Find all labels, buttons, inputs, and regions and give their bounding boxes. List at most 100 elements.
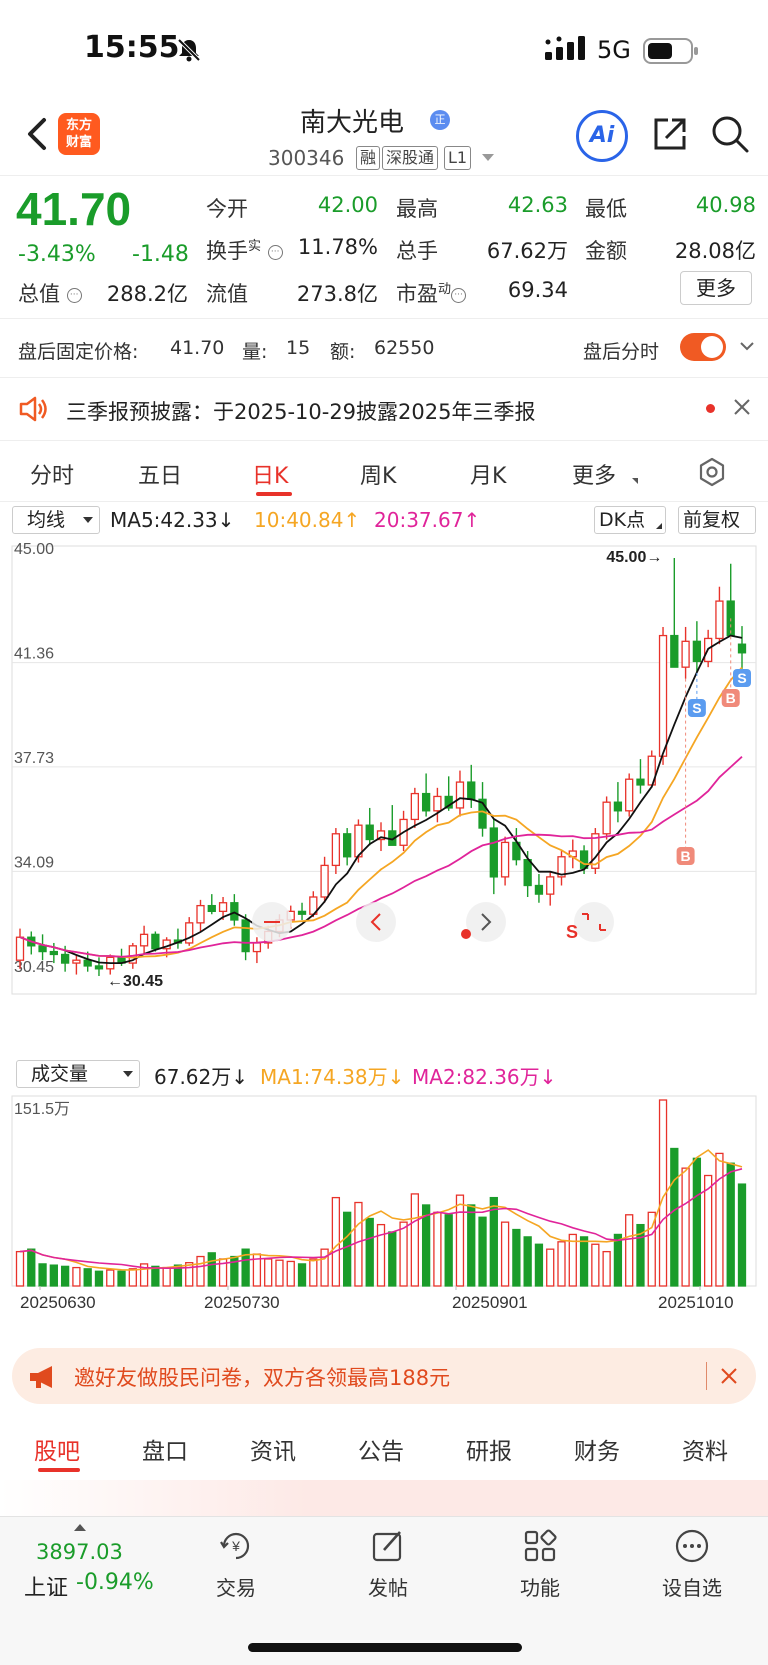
amount-label: 金额: [585, 239, 627, 263]
y-tick-label: 45.00: [14, 541, 54, 558]
tab-news[interactable]: 资讯: [250, 1432, 296, 1466]
volume-bar: [320, 1248, 329, 1287]
back-arrow-icon[interactable]: [22, 114, 52, 154]
index-name[interactable]: 上证: [24, 1570, 68, 1602]
promo-text[interactable]: 邀好友做股民问卷，双方各领最高188元: [74, 1362, 450, 1392]
candle-body: [613, 801, 623, 812]
battery-icon: [643, 38, 698, 64]
close-icon[interactable]: [733, 398, 751, 416]
volume-bar: [365, 1217, 374, 1287]
candle-body: [38, 945, 47, 953]
tab-research[interactable]: 研报: [466, 1432, 512, 1466]
volume-chart[interactable]: 151.5万 20250630 20250730 20250901 20251010: [0, 1090, 768, 1336]
tab-weekly-k[interactable]: 周K: [360, 458, 396, 490]
nav-post-label[interactable]: 发帖: [348, 1572, 428, 1601]
tab-forum[interactable]: 股吧: [34, 1432, 80, 1466]
index-change[interactable]: -0.94%: [76, 1570, 154, 1595]
tab-orderbook[interactable]: 盘口: [142, 1432, 188, 1466]
more-fields-button[interactable]: 更多: [680, 271, 752, 305]
x-date-label: 20250630: [20, 1293, 96, 1312]
volume-bar: [737, 1183, 747, 1287]
volume-bar: [692, 1157, 702, 1287]
compose-icon[interactable]: [370, 1528, 406, 1564]
megaphone-icon: [30, 1366, 52, 1388]
adjust-button[interactable]: 前复权: [678, 506, 756, 534]
ai-button[interactable]: Ai: [576, 110, 628, 162]
volume-bar: [151, 1265, 160, 1287]
change-percent: -3.43%: [18, 242, 96, 267]
indicator-selector[interactable]: 均线: [12, 506, 100, 534]
tab-profile[interactable]: 资料: [682, 1432, 728, 1466]
candle-body: [670, 634, 679, 668]
bell-off-icon: [177, 38, 201, 62]
open-value: 42.00: [317, 193, 378, 217]
amount-value: 28.08亿: [674, 239, 756, 263]
signal-toggle-label: S: [566, 922, 578, 942]
search-icon[interactable]: [710, 114, 750, 154]
signal-marker-label: B: [726, 690, 736, 706]
volume-bar: [591, 1243, 600, 1287]
nav-watchlist-label[interactable]: 设自选: [652, 1572, 732, 1601]
volume-ma1: MA1:74.38万↓: [260, 1065, 405, 1089]
index-value[interactable]: 3897.03: [36, 1540, 123, 1564]
volume-value: 67.62万: [486, 239, 568, 263]
change-amount: -1.48: [132, 242, 189, 267]
volume-bar: [410, 1193, 419, 1287]
volume-max-label: 151.5万: [14, 1101, 70, 1118]
volume-label: 总手: [396, 239, 438, 263]
ma5-value: MA5:42.33↓: [110, 508, 235, 532]
candle-body: [196, 904, 205, 924]
volume-bar: [38, 1263, 47, 1287]
notice-text[interactable]: 三季报预披露：于2025-10-29披露2025年三季报: [66, 396, 535, 426]
candle-body: [331, 833, 341, 867]
tab-monthly-k[interactable]: 月K: [470, 458, 506, 490]
tab-more[interactable]: 更多: [572, 458, 616, 490]
prev-button[interactable]: [356, 902, 396, 942]
candle-body: [534, 884, 544, 895]
high-annotation: 45.00→: [606, 549, 662, 566]
low-value: 40.98: [695, 193, 756, 217]
tab-daily-k[interactable]: 日K: [252, 458, 288, 490]
trade-icon[interactable]: ¥: [218, 1528, 254, 1564]
after-hours-toggle[interactable]: [680, 333, 726, 361]
tab-five-day[interactable]: 五日: [138, 458, 182, 490]
volume-bar: [512, 1228, 521, 1287]
app-logo[interactable]: 东方 财富: [58, 113, 100, 155]
y-tick-label: 34.09: [14, 854, 54, 871]
nav-functions-label[interactable]: 功能: [500, 1572, 580, 1601]
close-icon[interactable]: [720, 1367, 738, 1385]
tab-financials[interactable]: 财务: [574, 1432, 620, 1466]
volume-bar: [478, 1216, 487, 1287]
candle-body: [297, 910, 307, 915]
nav-trade-label[interactable]: 交易: [196, 1572, 276, 1601]
gear-icon[interactable]: [697, 457, 727, 487]
content-peek: [0, 1480, 768, 1520]
candle-body: [546, 876, 555, 895]
index-expand-icon[interactable]: [74, 1524, 86, 1531]
candle-body: [715, 600, 724, 640]
low-label: 最低: [585, 197, 627, 221]
dk-point-button[interactable]: DK点: [594, 506, 666, 534]
volume-indicator-selector[interactable]: 成交量: [16, 1060, 140, 1088]
volume-bar: [433, 1211, 442, 1287]
after-hours-timeshare-label: 盘后分时: [583, 341, 660, 363]
fullscreen-button[interactable]: [574, 902, 614, 942]
signal-marker-label: S: [737, 670, 746, 686]
tab-intraday[interactable]: 分时: [30, 458, 74, 490]
candlestick-chart[interactable]: 45.0041.3637.7334.0930.45 45.00→←30.45 B…: [0, 538, 768, 1058]
volume-bar: [83, 1268, 92, 1287]
ma10-value: 10:40.84↑: [254, 508, 361, 532]
banner-divider: [706, 1362, 707, 1390]
more-circle-icon[interactable]: [674, 1528, 710, 1564]
code-dropdown-icon[interactable]: [482, 154, 494, 161]
after-hours-vol: 15: [286, 337, 311, 359]
volume-bar: [264, 1258, 273, 1287]
next-button[interactable]: [466, 902, 506, 942]
apps-grid-icon[interactable]: [522, 1528, 558, 1564]
candle-body: [72, 959, 81, 964]
candle-body: [320, 864, 329, 898]
tab-announcements[interactable]: 公告: [358, 1432, 404, 1466]
share-icon[interactable]: [650, 114, 690, 154]
candle-body: [49, 950, 58, 956]
chevron-down-icon[interactable]: [740, 339, 754, 353]
